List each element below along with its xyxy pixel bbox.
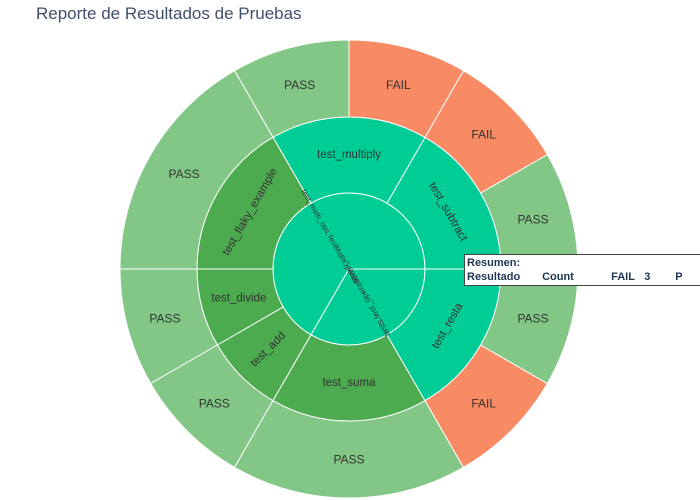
sunburst-label-l2: FAIL: [471, 127, 496, 141]
sunburst-label-l4: PASS: [284, 78, 315, 92]
sunburst-label-l6: PASS: [149, 311, 180, 325]
summary-fail-label: FAIL: [611, 271, 635, 283]
summary-fail-count: 3: [644, 271, 651, 283]
summary-pass-label: P: [675, 271, 683, 283]
sunburst-label-l3: FAIL: [386, 78, 411, 92]
sunburst-label-l9: FAIL: [471, 397, 496, 411]
sunburst-label-t4: test_divide: [211, 293, 266, 305]
summary-header-count: Count: [542, 271, 574, 283]
sunburst-label-l10: PASS: [517, 311, 548, 325]
summary-annotation: Resumen: Resultado Count FAIL 3 P: [464, 254, 700, 286]
sunburst-label-l1: PASS: [517, 213, 548, 227]
summary-header-resultado: Resultado: [467, 271, 521, 283]
sunburst-label-l7: PASS: [199, 397, 230, 411]
sunburst-chart: test_math_ops.TestMathOperati test_subtra…: [119, 39, 579, 499]
summary-title: Resumen:: [467, 257, 521, 269]
sunburst-label-l5: PASS: [168, 167, 199, 181]
sunburst-label-t6: test_suma: [322, 377, 376, 389]
sunburst-label-t2: test_multiply: [317, 149, 381, 161]
sunburst-label-l8: PASS: [333, 453, 364, 467]
